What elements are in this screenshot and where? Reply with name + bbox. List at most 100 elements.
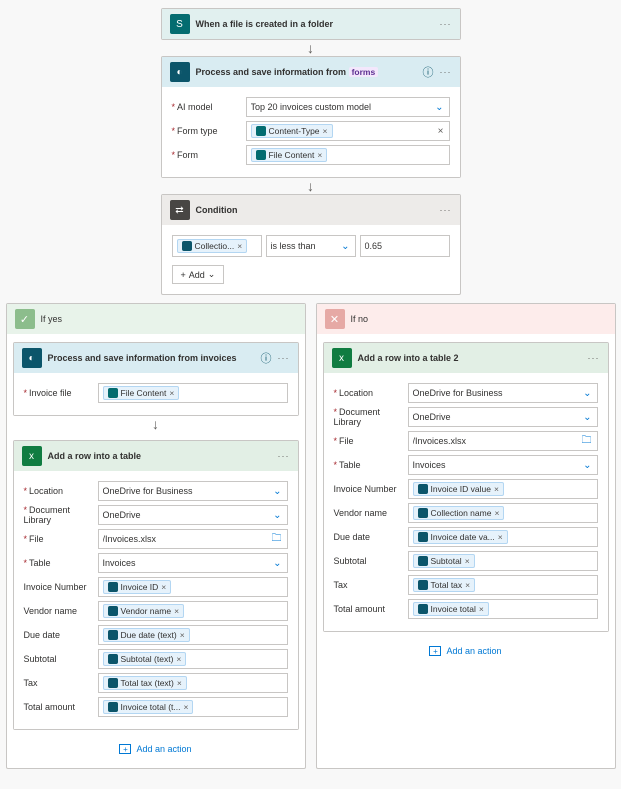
table-label: Table — [24, 558, 92, 568]
add-action-button[interactable]: +Add an action — [429, 646, 501, 656]
due-input[interactable]: Due date (text)× — [98, 625, 288, 645]
vendor-label: Vendor name — [24, 606, 92, 616]
invoice-file-label: Invoice file — [24, 388, 92, 398]
card-header[interactable]: ◐ Process and save information from form… — [162, 57, 460, 87]
condition-card: ⇄ Condition ··· Collectio...× is less th… — [161, 194, 461, 295]
vendor-input[interactable]: Collection name× — [408, 503, 598, 523]
ai-model-label: AI model — [172, 102, 240, 112]
tax-label: Tax — [334, 580, 402, 590]
table-label: Table — [334, 460, 402, 470]
if-no-branch: ✕ If no x Add a row into a table 2 ··· L… — [316, 303, 616, 769]
subtotal-input[interactable]: Subtotal (text)× — [98, 649, 288, 669]
subtotal-label: Subtotal — [24, 654, 92, 664]
card-header[interactable]: ⇄ Condition ··· — [162, 195, 460, 225]
ellipsis-icon[interactable]: ··· — [278, 353, 290, 363]
add-action-icon: + — [119, 744, 131, 754]
arrow-down-icon: ↓ — [307, 42, 314, 54]
due-label: Due date — [334, 532, 402, 542]
location-label: Location — [24, 486, 92, 496]
if-yes-branch: ✓ If yes ◐ Process and save information … — [6, 303, 306, 769]
token-file-content: File Content× — [251, 148, 328, 162]
doclib-label: Document Library — [334, 407, 402, 427]
chevron-down-icon: ⌄ — [435, 102, 443, 113]
arrow-down-icon: ↓ — [307, 180, 314, 192]
ellipsis-icon[interactable]: ··· — [278, 451, 290, 461]
card-title: Condition — [196, 205, 434, 215]
close-icon: ✕ — [325, 309, 345, 329]
file-picker[interactable]: /Invoices.xlsx🗀 — [98, 529, 288, 549]
tax-input[interactable]: Total tax× — [408, 575, 598, 595]
location-label: Location — [334, 388, 402, 398]
folder-icon: 🗀 — [582, 433, 592, 450]
condition-left-input[interactable]: Collectio...× — [172, 235, 262, 257]
due-input[interactable]: Invoice date va...× — [408, 527, 598, 547]
chevron-down-icon: ⌄ — [341, 241, 349, 252]
card-title: Add a row into a table 2 — [358, 353, 582, 363]
due-label: Due date — [24, 630, 92, 640]
subtotal-label: Subtotal — [334, 556, 402, 566]
invno-label: Invoice Number — [334, 484, 402, 494]
doclib-dropdown[interactable]: OneDrive⌄ — [98, 505, 288, 525]
total-input[interactable]: Invoice total× — [408, 599, 598, 619]
card-title: Process and save information from forms — [196, 67, 417, 77]
condition-icon: ⇄ — [170, 200, 190, 220]
subtotal-input[interactable]: Subtotal× — [408, 551, 598, 571]
branch-title: If yes — [41, 314, 63, 324]
arrow-down-icon: ↓ — [152, 418, 159, 430]
sharepoint-icon: S — [170, 14, 190, 34]
card-title: Process and save information from invoic… — [48, 353, 255, 363]
ellipsis-icon[interactable]: ··· — [440, 67, 452, 77]
condition-value-input[interactable]: 0.65 — [360, 235, 450, 257]
excel-icon: x — [22, 446, 42, 466]
vendor-input[interactable]: Vendor name× — [98, 601, 288, 621]
trigger-card[interactable]: S When a file is created in a folder ··· — [161, 8, 461, 40]
doclib-dropdown[interactable]: OneDrive⌄ — [408, 407, 598, 427]
ellipsis-icon[interactable]: ··· — [440, 205, 452, 215]
trigger-title: When a file is created in a folder — [196, 19, 434, 29]
check-icon: ✓ — [15, 309, 35, 329]
form-input[interactable]: File Content× — [246, 145, 450, 165]
location-dropdown[interactable]: OneDrive for Business⌄ — [408, 383, 598, 403]
remove-token-icon: × — [317, 150, 322, 160]
doclib-label: Document Library — [24, 505, 92, 525]
clear-icon[interactable]: × — [438, 126, 444, 137]
excel-add-row-card: x Add a row into a table ··· Location On… — [13, 440, 299, 730]
invno-label: Invoice Number — [24, 582, 92, 592]
tax-input[interactable]: Total tax (text)× — [98, 673, 288, 693]
token-content-type: Content-Type× — [251, 124, 333, 138]
card-header[interactable]: x Add a row into a table ··· — [14, 441, 298, 471]
card-title: Add a row into a table — [48, 451, 272, 461]
plus-icon: + — [181, 270, 186, 280]
file-label: File — [334, 436, 402, 446]
condition-operator-dropdown[interactable]: is less than⌄ — [266, 235, 356, 257]
chevron-down-icon: ⌄ — [208, 269, 216, 280]
card-header[interactable]: ◐ Process and save information from invo… — [14, 343, 298, 373]
ellipsis-icon[interactable]: ··· — [588, 353, 600, 363]
excel-add-row-2-card: x Add a row into a table 2 ··· Location … — [323, 342, 609, 632]
invno-input[interactable]: Invoice ID× — [98, 577, 288, 597]
vendor-label: Vendor name — [334, 508, 402, 518]
add-condition-button[interactable]: + Add ⌄ — [172, 265, 225, 284]
table-dropdown[interactable]: Invoices⌄ — [98, 553, 288, 573]
remove-token-icon: × — [323, 126, 328, 136]
total-input[interactable]: Invoice total (t...× — [98, 697, 288, 717]
invoice-file-input[interactable]: File Content× — [98, 383, 288, 403]
info-icon[interactable]: ⓘ — [261, 350, 272, 366]
ai-model-dropdown[interactable]: Top 20 invoices custom model⌄ — [246, 97, 450, 117]
card-header[interactable]: x Add a row into a table 2 ··· — [324, 343, 608, 373]
tax-label: Tax — [24, 678, 92, 688]
invno-input[interactable]: Invoice ID value× — [408, 479, 598, 499]
ellipsis-icon[interactable]: ··· — [440, 19, 452, 29]
info-icon[interactable]: ⓘ — [423, 64, 434, 80]
form-type-input[interactable]: Content-Type× × — [246, 121, 450, 141]
table-dropdown[interactable]: Invoices⌄ — [408, 455, 598, 475]
file-picker[interactable]: /Invoices.xlsx🗀 — [408, 431, 598, 451]
form-type-label: Form type — [172, 126, 240, 136]
form-label: Form — [172, 150, 240, 160]
ai-builder-icon: ◐ — [170, 62, 190, 82]
add-action-icon: + — [429, 646, 441, 656]
add-action-button[interactable]: +Add an action — [119, 744, 191, 754]
branch-header[interactable]: ✓ If yes — [7, 304, 305, 334]
location-dropdown[interactable]: OneDrive for Business⌄ — [98, 481, 288, 501]
branch-header[interactable]: ✕ If no — [317, 304, 615, 334]
